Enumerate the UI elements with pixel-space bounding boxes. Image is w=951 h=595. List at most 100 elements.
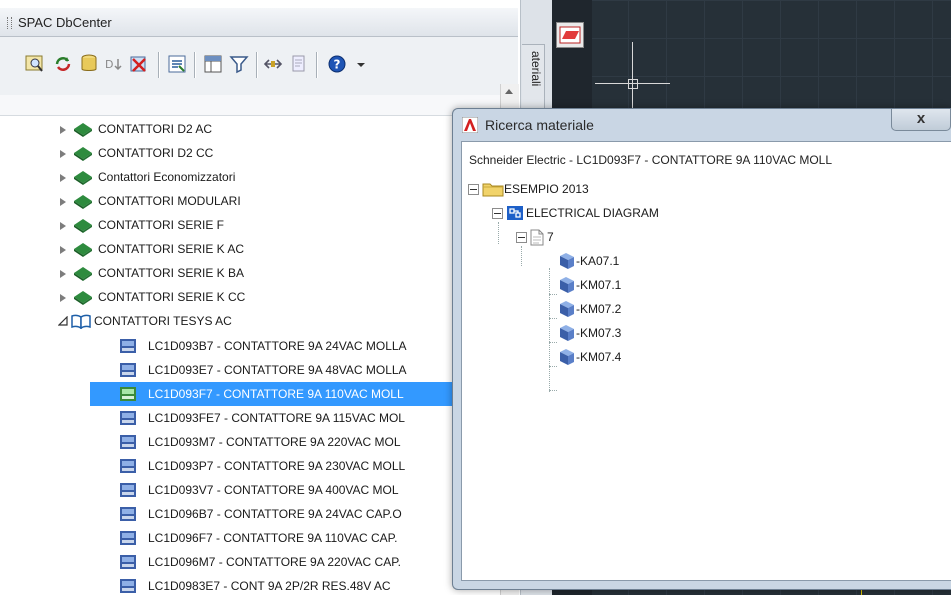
tree-item[interactable]: LC1D093P7 - CONTATTORE 9A 230VAC MOLL (90, 454, 460, 478)
tree-item-label: LC1D0983E7 - CONT 9A 2P/2R RES.48V AC (148, 579, 391, 593)
close-button[interactable]: x (891, 109, 951, 131)
tree-category[interactable]: CONTATTORI SERIE K BA (50, 262, 350, 284)
tree-item-label: LC1D096B7 - CONTATTORE 9A 24VAC CAP.O (148, 507, 402, 521)
cursor-pickbox (628, 79, 638, 89)
book-icon (74, 291, 92, 305)
filter-icon[interactable] (228, 53, 250, 75)
device-icon (120, 363, 136, 377)
expand-arrow-icon[interactable] (60, 174, 66, 182)
tree-connector (549, 294, 557, 295)
component-icon (560, 301, 574, 317)
open-folder-icon[interactable] (556, 22, 584, 48)
tree-item[interactable]: LC1D096B7 - CONTATTORE 9A 24VAC CAP.O (90, 502, 460, 526)
tree-category[interactable]: CONTATTORI MODULARI (50, 190, 350, 212)
tree-item[interactable]: LC1D0983E7 - CONT 9A 2P/2R RES.48V AC (90, 574, 460, 595)
tree-category[interactable]: CONTATTORI SERIE F (50, 214, 350, 236)
tree-item[interactable]: LC1D093B7 - CONTATTORE 9A 24VAC MOLLA (90, 334, 460, 358)
tree-item[interactable]: LC1D096F7 - CONTATTORE 9A 110VAC CAP. (90, 526, 460, 550)
drag-grip-icon[interactable] (7, 17, 12, 29)
device-icon (120, 531, 136, 545)
component-label: -KA07.1 (576, 254, 620, 268)
tree-category[interactable]: CONTATTORI D2 CC (50, 142, 350, 164)
tree-item-label: LC1D096F7 - CONTATTORE 9A 110VAC CAP. (148, 531, 398, 545)
tree-item-selected[interactable]: LC1D093F7 - CONTATTORE 9A 110VAC MOLL (90, 382, 460, 406)
device-icon (120, 507, 136, 521)
report-icon[interactable] (288, 53, 310, 75)
tree-category[interactable]: CONTATTORI D2 AC (50, 118, 350, 140)
tree-category-label: CONTATTORI D2 AC (98, 122, 213, 136)
device-icon (120, 435, 136, 449)
tree-connector (549, 366, 557, 367)
tree-connector (521, 246, 522, 266)
device-icon (120, 459, 136, 473)
tree-category[interactable]: CONTATTORI SERIE K AC (50, 238, 350, 260)
tree-item[interactable]: LC1D096M7 - CONTATTORE 9A 220VAC CAP. (90, 550, 460, 574)
properties-icon[interactable] (166, 53, 188, 75)
help-icon[interactable]: ? (326, 53, 348, 75)
path-strip (0, 95, 500, 116)
book-icon (74, 219, 92, 233)
delete-icon[interactable] (128, 53, 150, 75)
compare-icon[interactable] (262, 53, 284, 75)
tree-connector (549, 318, 557, 319)
sheet-label: 7 (547, 230, 554, 244)
expand-arrow-icon[interactable] (60, 198, 66, 206)
tree-item-label: LC1D093F7 - CONTATTORE 9A 110VAC MOLL (148, 387, 404, 401)
zoom-icon[interactable] (24, 53, 46, 75)
expand-arrow-icon[interactable] (60, 126, 66, 134)
book-icon (74, 147, 92, 161)
sort-icon[interactable]: D (102, 53, 124, 75)
component-node[interactable]: -KM07.1 (558, 274, 698, 296)
expand-arrow-icon[interactable] (60, 222, 66, 230)
component-node[interactable]: -KA07.1 (558, 250, 698, 272)
open-book-icon (71, 314, 91, 329)
svg-text:?: ? (334, 58, 341, 72)
svg-text:D: D (105, 58, 113, 71)
refresh-icon[interactable] (52, 53, 74, 75)
project-node[interactable]: ESEMPIO 2013 (468, 178, 668, 200)
tree-item[interactable]: LC1D093M7 - CONTATTORE 9A 220VAC MOL (90, 430, 460, 454)
tree-item-label: LC1D096M7 - CONTATTORE 9A 220VAC CAP. (148, 555, 401, 569)
expand-arrow-icon[interactable] (60, 246, 66, 254)
expand-arrow-icon[interactable] (60, 294, 66, 302)
tree-item-label: LC1D093FE7 - CONTATTORE 9A 115VAC MOL (148, 411, 405, 425)
help-dropdown-chevron-icon[interactable] (350, 53, 365, 75)
diagram-label: ELECTRICAL DIAGRAM (526, 206, 659, 220)
catalog-tree: CONTATTORI D2 AC CONTATTORI D2 CC Contat… (0, 116, 500, 595)
component-node[interactable]: -KM07.3 (558, 322, 698, 344)
tree-item-label: LC1D093E7 - CONTATTORE 9A 48VAC MOLLA (148, 363, 407, 377)
table-icon[interactable] (202, 53, 224, 75)
component-node[interactable]: -KM07.4 (558, 346, 698, 368)
toolbar-separator (194, 52, 195, 78)
tree-category-label: CONTATTORI SERIE K BA (98, 266, 245, 280)
tree-item[interactable]: LC1D093E7 - CONTATTORE 9A 48VAC MOLLA (90, 358, 460, 382)
tree-category-label: CONTATTORI SERIE F (98, 218, 225, 232)
device-icon (120, 411, 136, 425)
diagram-node[interactable]: ELECTRICAL DIAGRAM (492, 202, 712, 224)
panel-titlebar[interactable]: SPAC DbCenter (0, 8, 518, 37)
expand-arrow-icon[interactable] (60, 270, 66, 278)
collapse-arrow-icon[interactable] (58, 316, 68, 326)
component-icon (560, 253, 574, 269)
collapse-toggle-icon[interactable] (492, 208, 503, 219)
tree-category[interactable]: CONTATTORI SERIE K CC (50, 286, 350, 308)
sheet-node[interactable]: 7 (516, 226, 636, 248)
dialog-titlebar[interactable]: Ricerca materiale x (453, 109, 951, 141)
tree-item[interactable]: LC1D093V7 - CONTATTORE 9A 400VAC MOL (90, 478, 460, 502)
scroll-up-arrow-icon[interactable] (505, 89, 513, 94)
tree-category-label: Contattori Economizzatori (98, 170, 236, 184)
expand-arrow-icon[interactable] (60, 150, 66, 158)
toolbar-separator (256, 52, 257, 78)
tree-category-expanded[interactable]: CONTATTORI TESYS AC (50, 310, 350, 332)
tree-category[interactable]: Contattori Economizzatori (50, 166, 350, 188)
tree-connector (549, 268, 550, 392)
component-label: -KM07.2 (576, 302, 622, 316)
component-label: -KM07.1 (576, 278, 622, 292)
dbcenter-panel: SPAC DbCenter D ? CONTATTORI D2 AC CONTA… (0, 0, 520, 595)
tree-item[interactable]: LC1D093FE7 - CONTATTORE 9A 115VAC MOL (90, 406, 460, 430)
database-icon[interactable] (78, 53, 100, 75)
collapse-toggle-icon[interactable] (516, 232, 527, 243)
tree-category-label: CONTATTORI TESYS AC (94, 314, 232, 328)
collapse-toggle-icon[interactable] (468, 184, 479, 195)
component-node[interactable]: -KM07.2 (558, 298, 698, 320)
